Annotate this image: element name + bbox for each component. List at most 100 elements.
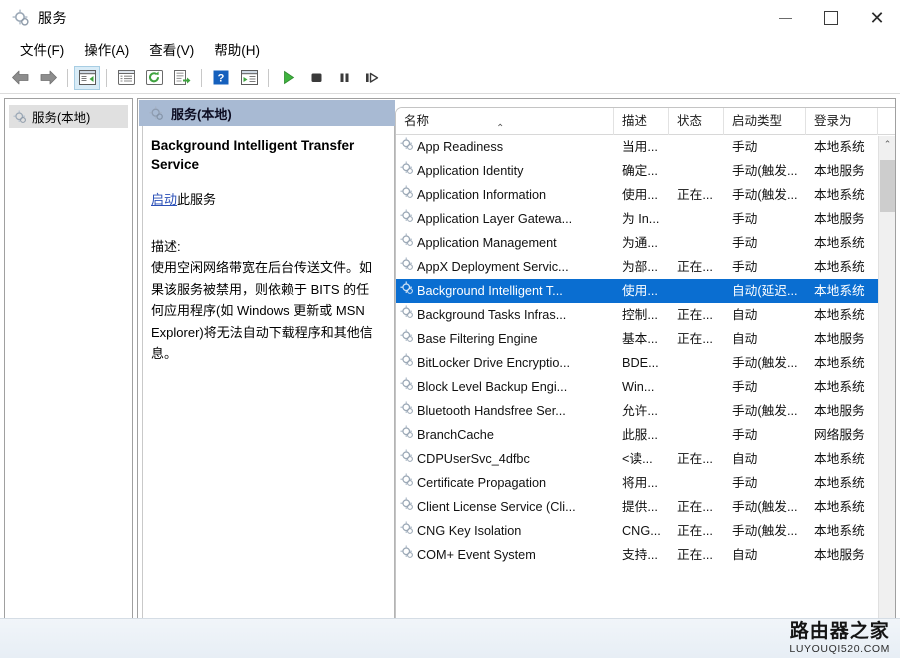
service-gear-icon <box>400 303 414 327</box>
watermark-band: 路由器之家 LUYOUQI520.COM <box>0 618 900 658</box>
cell-logon-as: 本地系统 <box>814 500 865 514</box>
cell-status: 正在... <box>677 500 713 514</box>
list-vertical-scrollbar[interactable]: ⌃ ⌄ <box>878 136 895 625</box>
detail-pane-title: 服务(本地) <box>171 106 232 122</box>
restart-service-icon[interactable] <box>359 66 385 90</box>
svg-text:?: ? <box>218 73 225 85</box>
table-row[interactable]: BranchCache 此服... 手动 网络服务 <box>396 423 895 447</box>
sidebar-item-label: 服务(本地) <box>32 111 91 125</box>
cell-service-name: CDPUserSvc_4dfbc <box>396 447 614 471</box>
column-header-name[interactable]: 名称 ⌃ <box>396 108 614 135</box>
cell-startup-type: 自动 <box>732 332 758 346</box>
table-row[interactable]: Base Filtering Engine 基本... 正在... 自动 本地服务 <box>396 327 895 351</box>
cell-service-name: Application Layer Gatewa... <box>396 207 614 231</box>
table-row[interactable]: Background Intelligent T... 使用... 自动(延迟...… <box>396 279 895 303</box>
menu-action[interactable]: 操作(A) <box>74 37 139 61</box>
cell-startup-type: 手动(触发... <box>732 404 798 418</box>
menu-help[interactable]: 帮助(H) <box>204 37 270 61</box>
cell-logon-as: 本地系统 <box>814 476 865 490</box>
table-row[interactable]: Certificate Propagation 将用... 手动 本地系统 <box>396 471 895 495</box>
service-gear-icon <box>400 495 414 519</box>
cell-logon-as: 本地系统 <box>814 356 865 370</box>
table-row[interactable]: Client License Service (Cli... 提供... 正在...… <box>396 495 895 519</box>
menu-bar: 文件(F) 操作(A) 查看(V) 帮助(H) <box>0 36 900 62</box>
column-header-name-label: 名称 <box>404 113 430 128</box>
table-row[interactable]: COM+ Event System 支持... 正在... 自动 本地服务 <box>396 543 895 567</box>
cell-startup-type: 手动 <box>732 476 758 490</box>
export-list-icon[interactable] <box>169 66 195 90</box>
console-tree-pane: 服务(本地) <box>4 98 133 626</box>
close-button[interactable]: ✕ <box>854 0 900 36</box>
table-row[interactable]: App Readiness 当用... 手动 本地系统 <box>396 135 895 159</box>
table-row[interactable]: CDPUserSvc_4dfbc <读... 正在... 自动 本地系统 <box>396 447 895 471</box>
table-row[interactable]: Application Identity 确定... 手动(触发... 本地服务 <box>396 159 895 183</box>
refresh-icon[interactable] <box>141 66 167 90</box>
table-row[interactable]: CNG Key Isolation CNG... 正在... 手动(触发... 本地系统 <box>396 519 895 543</box>
service-name-label: Bluetooth Handsfree Ser... <box>417 404 566 418</box>
table-row[interactable]: Application Information 使用... 正在... 手动(触发..… <box>396 183 895 207</box>
table-row[interactable]: Bluetooth Handsfree Ser... 允许... 手动(触发... 本… <box>396 399 895 423</box>
cell-startup-type: 手动 <box>732 380 758 394</box>
menu-view[interactable]: 查看(V) <box>139 37 204 61</box>
cell-description: 使用... <box>622 188 658 202</box>
column-header-description[interactable]: 描述 <box>614 108 669 135</box>
table-row[interactable]: BitLocker Drive Encryptio... BDE... 手动(触发.… <box>396 351 895 375</box>
column-header-startup[interactable]: 启动类型 <box>724 108 806 135</box>
scrollbar-thumb[interactable] <box>880 160 895 212</box>
cell-logon-as: 本地系统 <box>814 188 865 202</box>
table-row[interactable]: Application Layer Gatewa... 为 In... 手动 本地服务 <box>396 207 895 231</box>
service-name-label: Base Filtering Engine <box>417 332 538 346</box>
minimize-button[interactable] <box>762 0 808 36</box>
start-service-link[interactable]: 启动 <box>151 192 177 207</box>
table-row[interactable]: Application Management 为通... 手动 本地系统 <box>396 231 895 255</box>
show-hide-tree-icon[interactable] <box>74 65 100 90</box>
cell-description: 为部... <box>622 260 658 274</box>
back-arrow-icon[interactable] <box>7 66 33 90</box>
service-detail-pane: Background Intelligent Transfer Service … <box>139 126 395 625</box>
cell-startup-type: 自动 <box>732 452 758 466</box>
services-gear-icon <box>12 9 30 27</box>
column-header-logon[interactable]: 登录为 <box>806 108 878 135</box>
service-name-label: Background Intelligent T... <box>417 284 563 298</box>
service-name-label: Application Layer Gatewa... <box>417 212 573 226</box>
cell-service-name: BitLocker Drive Encryptio... <box>396 351 614 375</box>
maximize-button[interactable] <box>808 0 854 36</box>
cell-startup-type: 自动 <box>732 548 758 562</box>
toolbar-separator-4 <box>268 68 269 87</box>
service-name-label: Application Management <box>417 236 557 250</box>
table-row[interactable]: Block Level Backup Engi... Win... 手动 本地系统 <box>396 375 895 399</box>
help-icon[interactable]: ? <box>208 66 234 90</box>
service-gear-icon <box>400 351 414 375</box>
column-header-status[interactable]: 状态 <box>669 108 724 135</box>
table-row[interactable]: AppX Deployment Servic... 为部... 正在... 手动 本地系… <box>396 255 895 279</box>
scroll-up-arrow-icon[interactable]: ⌃ <box>879 136 895 153</box>
selected-service-title: Background Intelligent Transfer Service <box>151 138 355 172</box>
stop-service-icon[interactable] <box>303 66 329 90</box>
table-row[interactable]: Background Tasks Infras... 控制... 正在... 自动 本地… <box>396 303 895 327</box>
cell-description: 当用... <box>622 140 658 154</box>
cell-service-name: App Readiness <box>396 135 614 159</box>
properties-icon[interactable] <box>113 66 139 90</box>
service-name-label: Application Information <box>417 188 547 202</box>
service-gear-icon <box>400 279 414 303</box>
cell-description: 提供... <box>622 500 658 514</box>
cell-description: 基本... <box>622 332 658 346</box>
cell-description: <读... <box>622 452 653 466</box>
cell-startup-type: 自动 <box>732 308 758 322</box>
service-gear-icon <box>400 135 414 159</box>
sidebar-item-services-local[interactable]: 服务(本地) <box>9 105 128 128</box>
menu-file[interactable]: 文件(F) <box>10 37 74 61</box>
service-name-label: COM+ Event System <box>417 548 536 562</box>
pause-service-icon[interactable] <box>331 66 357 90</box>
cell-logon-as: 本地系统 <box>814 284 865 298</box>
forward-arrow-icon[interactable] <box>35 66 61 90</box>
show-action-pane-icon[interactable] <box>236 66 262 90</box>
cell-startup-type: 手动(触发... <box>732 188 798 202</box>
cell-startup-type: 手动(触发... <box>732 524 798 538</box>
description-text: 使用空闲网络带宽在后台传送文件。如果该服务被禁用，则依赖于 BITS 的任何应用… <box>151 260 373 361</box>
cell-service-name: Base Filtering Engine <box>396 327 614 351</box>
cell-service-name: AppX Deployment Servic... <box>396 255 614 279</box>
cell-logon-as: 本地服务 <box>814 332 865 346</box>
start-service-icon[interactable] <box>275 66 301 90</box>
cell-startup-type: 手动(触发... <box>732 164 798 178</box>
